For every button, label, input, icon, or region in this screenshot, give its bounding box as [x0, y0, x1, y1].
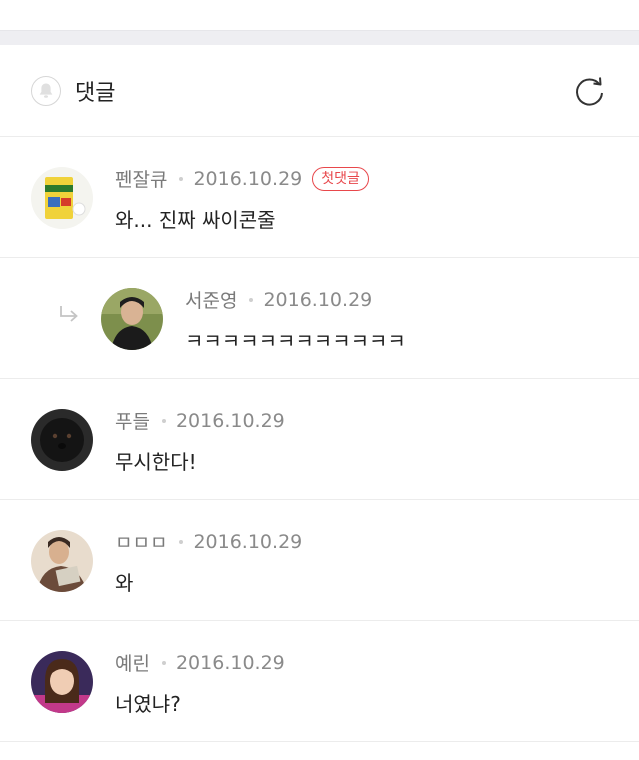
reply-comment-item: 서준영 2016.10.29 ㅋㅋㅋㅋㅋㅋㅋㅋㅋㅋㅋㅋ	[0, 258, 639, 379]
meta-separator-dot	[161, 660, 166, 665]
comment-text: 와... 진짜 싸이콘줄	[115, 208, 276, 232]
comment-meta: ㅁㅁㅁ 2016.10.29	[115, 528, 302, 555]
comment-item: ㅁㅁㅁ 2016.10.29 와	[0, 500, 639, 621]
meta-separator-dot	[249, 297, 254, 302]
comment-item: 펜잘큐 2016.10.29 첫댓글 와... 진짜 싸이콘줄	[0, 137, 639, 258]
meta-separator-dot	[161, 418, 166, 423]
comment-meta: 예린 2016.10.29	[115, 649, 285, 676]
section-divider	[0, 31, 639, 45]
comment-meta: 푸들 2016.10.29	[115, 407, 285, 434]
avatar[interactable]	[31, 409, 93, 471]
comments-header: 댓글	[0, 45, 639, 137]
comment-author[interactable]: 펜잘큐	[115, 165, 167, 192]
comments-title: 댓글	[75, 80, 116, 106]
avatar[interactable]	[31, 167, 93, 229]
first-comment-badge: 첫댓글	[312, 166, 369, 191]
comment-meta: 서준영 2016.10.29	[185, 286, 372, 313]
bell-icon[interactable]	[31, 75, 61, 106]
refresh-icon[interactable]	[572, 73, 608, 109]
meta-separator-dot	[179, 539, 184, 544]
comment-author[interactable]: 예린	[115, 649, 150, 676]
comments-header-left: 댓글	[31, 75, 115, 107]
comment-date: 2016.10.29	[263, 288, 373, 311]
comment-date: 2016.10.29	[193, 530, 303, 553]
comment-text: ㅋㅋㅋㅋㅋㅋㅋㅋㅋㅋㅋㅋ	[185, 329, 406, 353]
meta-separator-dot	[179, 176, 184, 181]
reply-arrow-icon	[57, 304, 81, 330]
avatar[interactable]	[101, 288, 163, 350]
comment-author[interactable]: 서준영	[185, 286, 237, 313]
comment-date: 2016.10.29	[193, 167, 303, 190]
comment-item: 푸들 2016.10.29 무시한다!	[0, 379, 639, 500]
comment-text: 너였냐?	[115, 692, 181, 716]
comment-text: 와	[115, 571, 134, 595]
comment-text: 무시한다!	[115, 450, 197, 474]
avatar[interactable]	[31, 651, 93, 713]
comment-date: 2016.10.29	[175, 651, 285, 674]
top-strip	[0, 0, 639, 31]
comment-item: 예린 2016.10.29 너였냐?	[0, 621, 639, 742]
comment-meta: 펜잘큐 2016.10.29 첫댓글	[115, 165, 369, 192]
comment-date: 2016.10.29	[175, 409, 285, 432]
comment-author[interactable]: 푸들	[115, 407, 150, 434]
avatar[interactable]	[31, 530, 93, 592]
comment-author[interactable]: ㅁㅁㅁ	[115, 528, 167, 555]
